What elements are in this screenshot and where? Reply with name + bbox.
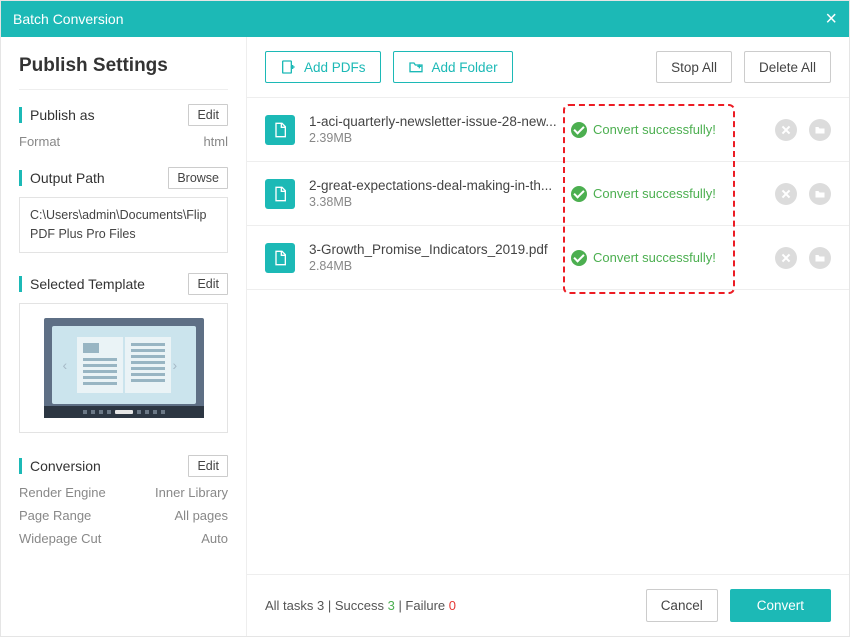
toolbar: Add PDFs Add Folder Stop All Delete All (247, 37, 849, 97)
template-preview[interactable]: ‹ › (19, 303, 228, 433)
row-actions (775, 247, 831, 269)
format-value: html (203, 134, 228, 149)
footer: All tasks 3 | Success 3 | Failure 0 Canc… (247, 574, 849, 636)
publish-as-edit-button[interactable]: Edit (188, 104, 228, 126)
row-actions (775, 183, 831, 205)
remove-file-button[interactable] (775, 183, 797, 205)
status-text: Convert successfully! (593, 186, 716, 201)
output-path-title: Output Path (19, 170, 105, 186)
file-name: 1-aci-quarterly-newsletter-issue-28-new.… (309, 114, 557, 129)
conversion-title: Conversion (19, 458, 101, 474)
prev-page-icon: ‹ (63, 359, 75, 371)
conversion-header: Conversion Edit (19, 455, 228, 477)
file-size: 3.38MB (309, 195, 557, 209)
template-edit-button[interactable]: Edit (188, 273, 228, 295)
widepage-cut-row: Widepage Cut Auto (19, 531, 228, 546)
file-row: 1-aci-quarterly-newsletter-issue-28-new.… (247, 98, 849, 162)
add-pdfs-label: Add PDFs (304, 60, 366, 75)
conversion-edit-button[interactable]: Edit (188, 455, 228, 477)
file-size: 2.84MB (309, 259, 557, 273)
content-area: Publish Settings Publish as Edit Format … (1, 37, 849, 636)
add-pdfs-button[interactable]: Add PDFs (265, 51, 381, 83)
summary-sep1: | Success (324, 598, 387, 613)
success-count: 3 (388, 598, 395, 613)
status-col: Convert successfully! (571, 250, 746, 266)
remove-file-button[interactable] (775, 119, 797, 141)
summary-prefix: All tasks (265, 598, 317, 613)
check-circle-icon (571, 186, 587, 202)
convert-button[interactable]: Convert (730, 589, 831, 622)
sidebar: Publish Settings Publish as Edit Format … (1, 37, 247, 636)
delete-all-button[interactable]: Delete All (744, 51, 831, 83)
pdf-icon (265, 243, 295, 273)
page-range-value: All pages (175, 508, 228, 523)
file-info: 2-great-expectations-deal-making-in-th..… (309, 178, 557, 209)
next-page-icon: › (173, 359, 185, 371)
summary-sep2: | Failure (395, 598, 449, 613)
publish-as-header: Publish as Edit (19, 104, 228, 126)
add-folder-button[interactable]: Add Folder (393, 51, 513, 83)
remove-file-button[interactable] (775, 247, 797, 269)
status-text: Convert successfully! (593, 250, 716, 265)
row-actions (775, 119, 831, 141)
render-engine-label: Render Engine (19, 485, 106, 500)
status-col: Convert successfully! (571, 122, 746, 138)
file-row: 2-great-expectations-deal-making-in-th..… (247, 162, 849, 226)
pdf-icon (265, 115, 295, 145)
status-text: Convert successfully! (593, 122, 716, 137)
page-range-label: Page Range (19, 508, 91, 523)
open-folder-button[interactable] (809, 247, 831, 269)
output-path-value: C:\Users\admin\Documents\Flip PDF Plus P… (19, 197, 228, 253)
file-row: 3-Growth_Promise_Indicators_2019.pdf 2.8… (247, 226, 849, 290)
sidebar-heading: Publish Settings (19, 55, 228, 77)
browse-button[interactable]: Browse (168, 167, 228, 189)
status-col: Convert successfully! (571, 186, 746, 202)
divider (19, 89, 228, 90)
file-name: 3-Growth_Promise_Indicators_2019.pdf (309, 242, 557, 257)
template-title: Selected Template (19, 276, 145, 292)
check-circle-icon (571, 250, 587, 266)
output-path-header: Output Path Browse (19, 167, 228, 189)
add-pdf-icon (280, 59, 296, 75)
publish-as-title: Publish as (19, 107, 95, 123)
stop-all-button[interactable]: Stop All (656, 51, 732, 83)
open-folder-button[interactable] (809, 119, 831, 141)
failure-count: 0 (449, 598, 456, 613)
cancel-button[interactable]: Cancel (646, 589, 718, 622)
widepage-cut-label: Widepage Cut (19, 531, 101, 546)
template-header: Selected Template Edit (19, 273, 228, 295)
window-title: Batch Conversion (13, 11, 124, 27)
render-engine-row: Render Engine Inner Library (19, 485, 228, 500)
widepage-cut-value: Auto (201, 531, 228, 546)
pdf-icon (265, 179, 295, 209)
file-info: 3-Growth_Promise_Indicators_2019.pdf 2.8… (309, 242, 557, 273)
add-folder-icon (408, 59, 424, 75)
check-circle-icon (571, 122, 587, 138)
template-thumbnail: ‹ › (44, 318, 204, 418)
render-engine-value: Inner Library (155, 485, 228, 500)
add-folder-label: Add Folder (432, 60, 498, 75)
page-range-row: Page Range All pages (19, 508, 228, 523)
format-label: Format (19, 134, 60, 149)
file-size: 2.39MB (309, 131, 557, 145)
close-icon[interactable]: × (825, 8, 837, 31)
file-info: 1-aci-quarterly-newsletter-issue-28-new.… (309, 114, 557, 145)
open-folder-button[interactable] (809, 183, 831, 205)
format-row: Format html (19, 134, 228, 149)
file-name: 2-great-expectations-deal-making-in-th..… (309, 178, 557, 193)
file-list: 1-aci-quarterly-newsletter-issue-28-new.… (247, 97, 849, 574)
titlebar: Batch Conversion × (1, 1, 849, 37)
main-panel: Add PDFs Add Folder Stop All Delete All … (247, 37, 849, 636)
task-summary: All tasks 3 | Success 3 | Failure 0 (265, 598, 456, 613)
